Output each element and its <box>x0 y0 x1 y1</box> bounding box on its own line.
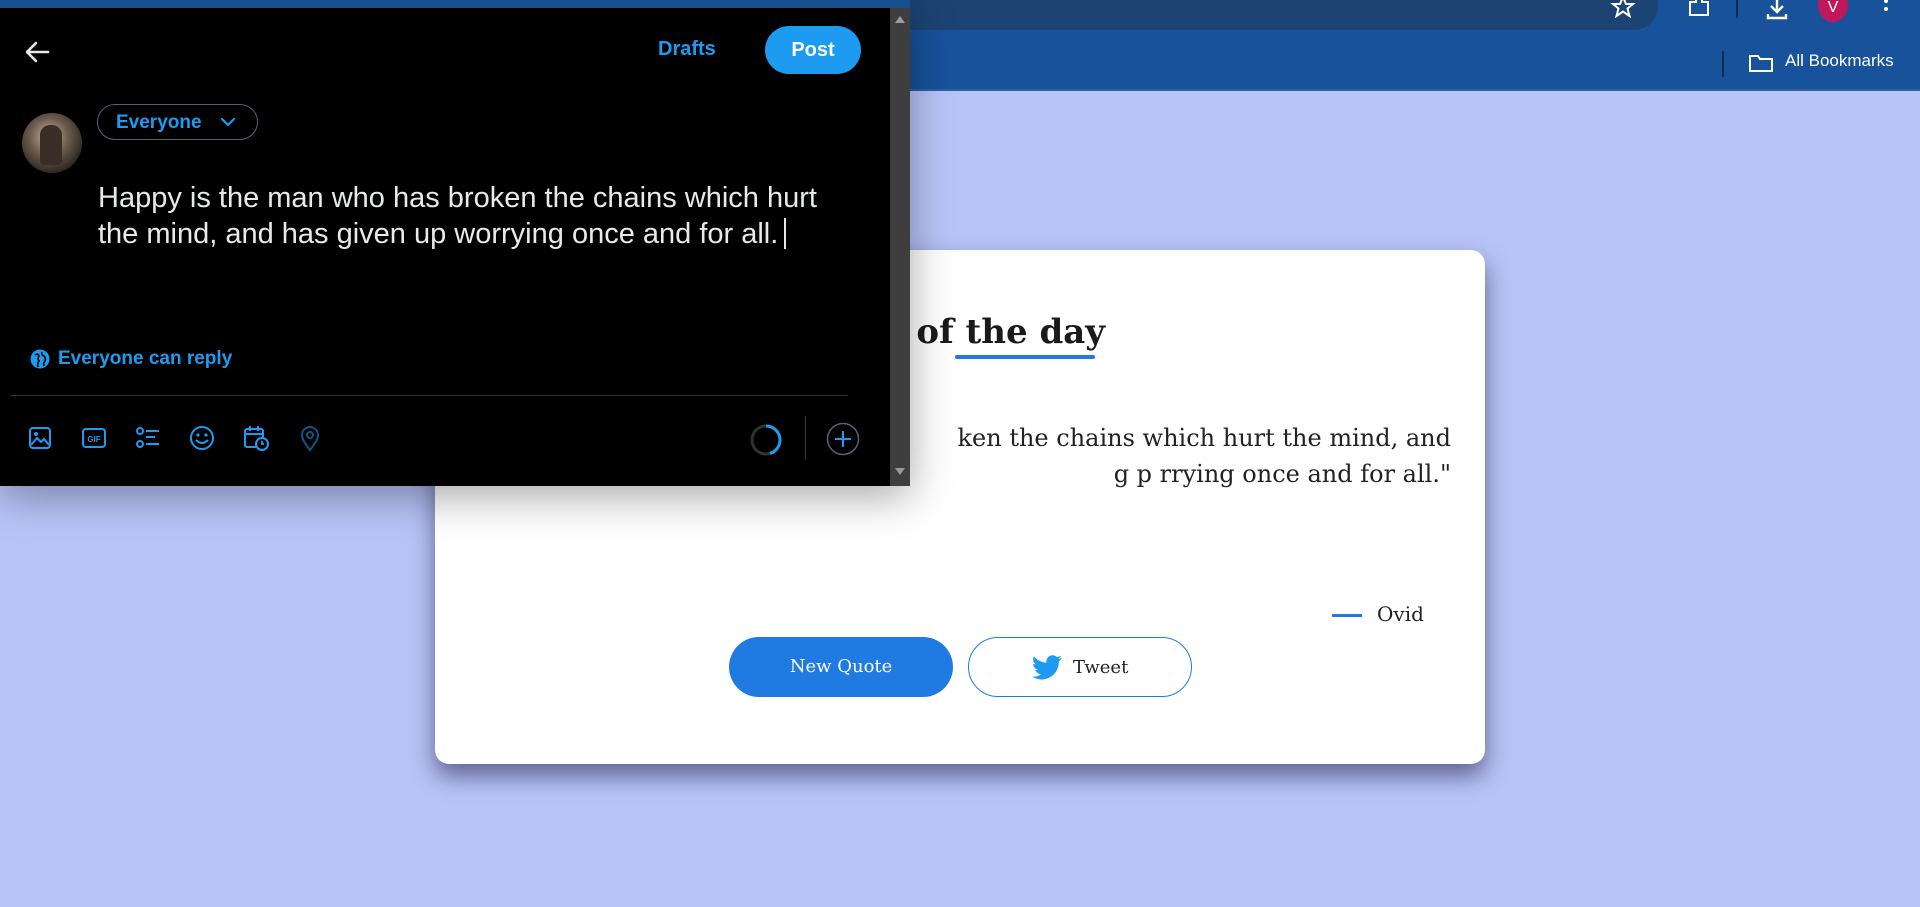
popup-scrollbar[interactable] <box>890 8 910 486</box>
location-icon <box>300 426 320 452</box>
audience-selector[interactable]: Everyone <box>97 104 258 140</box>
tweet-button[interactable]: Tweet <box>968 637 1192 697</box>
media-icon[interactable] <box>25 423 55 453</box>
author-dash <box>1332 614 1362 617</box>
toolbar-separator <box>1736 0 1738 18</box>
post-button[interactable]: Post <box>765 26 861 74</box>
scroll-down-arrow[interactable] <box>895 468 905 475</box>
text-caret <box>784 218 787 249</box>
compose-dialog: Drafts Post Everyone Happy is the man wh… <box>0 8 890 486</box>
star-icon[interactable] <box>1610 0 1636 23</box>
character-count-ring <box>750 424 782 456</box>
popup-titlebar <box>0 0 910 8</box>
schedule-icon[interactable] <box>241 423 271 453</box>
scroll-up-arrow[interactable] <box>895 16 905 23</box>
quote-author: Ovid <box>1377 602 1424 626</box>
add-post-icon[interactable] <box>826 422 860 456</box>
address-bar[interactable] <box>880 0 1658 30</box>
toolbar-separator <box>805 416 806 460</box>
tweet-button-label: Tweet <box>1073 657 1129 678</box>
compose-divider <box>10 395 848 396</box>
twitter-bird-icon <box>1031 655 1062 680</box>
compose-textarea[interactable]: Happy is the man who has broken the chai… <box>98 180 858 252</box>
avatar-figure <box>40 125 62 165</box>
emoji-icon[interactable] <box>187 423 217 453</box>
audience-label: Everyone <box>116 112 202 133</box>
drafts-button[interactable]: Drafts <box>658 38 716 61</box>
globe-icon <box>30 349 50 369</box>
svg-text:GIF: GIF <box>87 435 100 444</box>
chevron-down-icon <box>220 117 236 127</box>
user-avatar[interactable] <box>22 113 82 173</box>
title-underline <box>955 355 1095 359</box>
new-quote-button[interactable]: New Quote <box>729 637 953 697</box>
compose-popup-window: Drafts Post Everyone Happy is the man wh… <box>0 0 910 486</box>
compose-text-content: Happy is the man who has broken the chai… <box>98 182 817 250</box>
bookmarks-separator <box>1722 51 1724 77</box>
reply-setting-label: Everyone can reply <box>58 348 233 369</box>
download-icon[interactable] <box>1764 0 1790 25</box>
profile-avatar[interactable]: V <box>1818 0 1848 22</box>
back-arrow-icon[interactable] <box>20 35 54 69</box>
gif-icon[interactable]: GIF <box>79 423 109 453</box>
more-vert-icon[interactable] <box>1882 0 1890 23</box>
extensions-icon[interactable] <box>1686 0 1712 23</box>
poll-icon[interactable] <box>133 423 163 453</box>
all-bookmarks-link[interactable]: All Bookmarks <box>1785 51 1894 71</box>
profile-initial: V <box>1827 0 1839 16</box>
folder-icon <box>1749 55 1773 72</box>
